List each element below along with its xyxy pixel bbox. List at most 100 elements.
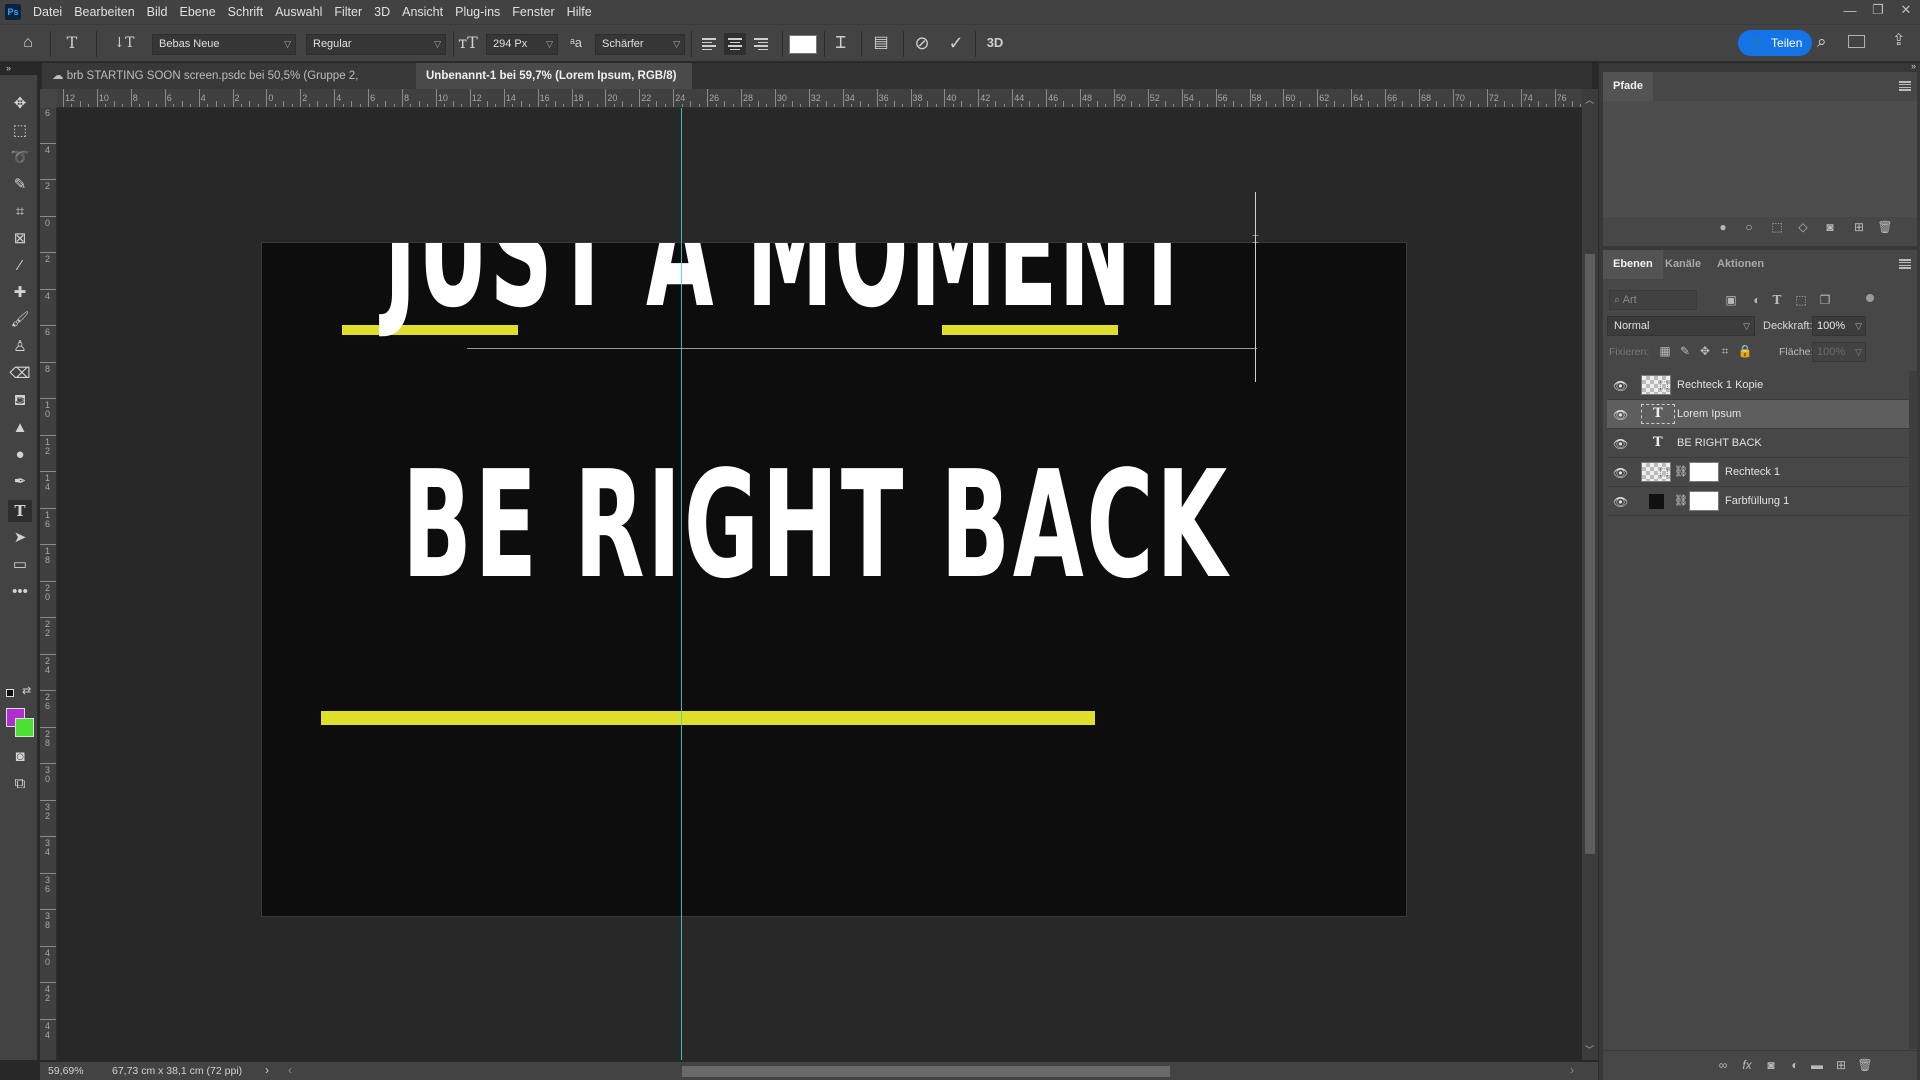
scroll-left-icon[interactable]: ‹ — [288, 1063, 292, 1077]
menu-fenster[interactable]: Fenster — [506, 0, 560, 24]
filter-smart-object-icon[interactable]: ❐ — [1817, 293, 1833, 307]
menu-plugins[interactable]: Plug-ins — [449, 0, 506, 24]
3d-icon[interactable]: 3D — [982, 33, 1008, 53]
tab-aktionen[interactable]: Aktionen — [1707, 250, 1774, 279]
tab-ebenen[interactable]: Ebenen — [1603, 250, 1663, 279]
share-button[interactable]: 👤 Teilen — [1738, 30, 1812, 56]
horizontal-scroll-thumb[interactable] — [682, 1066, 1170, 1077]
minimize-button[interactable]: — — [1836, 0, 1864, 20]
vertical-ruler[interactable]: 6 4 2 0 2 4 6 8 10 12 14 16 18 20 22 24 26 28 30 32 34 36 38 40… — [40, 108, 57, 1060]
rectangle-tool-icon[interactable]: ▭ — [8, 554, 32, 576]
canvas-workspace[interactable]: JUST A MOMENT BE RIGHT BACK ⌶ — [57, 108, 1582, 1060]
headline-be-right-back[interactable]: BE RIGHT BACK — [402, 451, 1230, 599]
text-tool-preset-icon[interactable]: T — [60, 33, 84, 53]
lock-artboard-icon[interactable]: ⌗ — [1717, 344, 1733, 359]
collapse-panels-icon[interactable]: » — [1911, 61, 1916, 71]
healing-brush-tool-icon[interactable]: ✚ — [8, 282, 32, 304]
menu-schrift[interactable]: Schrift — [222, 0, 269, 24]
link-icon[interactable]: ⛓ — [1674, 494, 1688, 507]
search-icon[interactable]: ⌕ — [1817, 32, 1827, 52]
blur-tool-icon[interactable]: ▲ — [8, 417, 32, 439]
layer-row[interactable]: 👁 ⬚ Rechteck 1 Kopie — [1607, 371, 1909, 400]
scroll-right-icon[interactable]: › — [1570, 1063, 1574, 1077]
tab-brb-starting-soon[interactable]: ☁ brb STARTING SOON screen.psdc bei 50,5… — [42, 63, 416, 108]
font-size-select[interactable]: 294 Px ▽ — [486, 34, 558, 55]
paint-bucket-tool-icon[interactable]: ⛾ — [8, 390, 32, 412]
lasso-tool-icon[interactable]: ➰ — [8, 147, 32, 169]
eyedropper-tool-icon[interactable]: ⁄ — [8, 255, 32, 277]
background-color-swatch[interactable] — [15, 718, 34, 737]
fill-path-icon[interactable]: ● — [1715, 220, 1731, 234]
visibility-eye-icon[interactable]: 👁 — [1613, 408, 1628, 422]
new-path-icon[interactable]: ⊞ — [1851, 220, 1867, 234]
new-group-icon[interactable]: ▬ — [1809, 1058, 1825, 1072]
opacity-input[interactable]: 100% ▽ — [1812, 316, 1866, 336]
align-center-button[interactable] — [724, 33, 746, 55]
quick-selection-tool-icon[interactable]: ✎ — [8, 174, 32, 196]
layer-filter-input[interactable]: ⌕ Art — [1609, 290, 1697, 310]
blend-mode-select[interactable]: Normal ▽ — [1607, 316, 1755, 336]
vertical-guide[interactable] — [681, 108, 682, 1060]
swap-colors-icon[interactable]: ⇄ — [22, 684, 31, 697]
align-right-button[interactable] — [750, 33, 772, 55]
default-colors-icon[interactable] — [6, 689, 14, 697]
fill-input[interactable]: 100% ▽ — [1812, 342, 1866, 362]
path-selection-tool-icon[interactable]: ➤ — [8, 527, 32, 549]
brush-tool-icon[interactable]: 🖌 — [8, 309, 32, 331]
filter-type-icon[interactable]: T — [1769, 293, 1785, 307]
text-orientation-icon[interactable]: ↓T — [112, 33, 136, 53]
pen-tool-icon[interactable]: ✒ — [8, 471, 32, 493]
lock-image-pixels-icon[interactable]: ✎ — [1677, 344, 1693, 358]
close-window-button[interactable]: ✕ — [1892, 0, 1920, 20]
panel-menu-icon[interactable] — [1899, 259, 1911, 269]
character-panel-icon[interactable]: ▤ — [870, 33, 892, 53]
crop-tool-icon[interactable]: ⌗ — [8, 201, 32, 223]
menu-bearbeiten[interactable]: Bearbeiten — [68, 0, 140, 24]
more-tools-icon[interactable]: ••• — [8, 581, 32, 603]
cancel-icon[interactable]: ⊘ — [910, 33, 934, 53]
vertical-scrollbar[interactable]: ︿ ﹀ — [1582, 89, 1598, 1060]
add-mask-icon[interactable]: ◙ — [1822, 220, 1838, 234]
workspace-layout-icon[interactable] — [1848, 35, 1865, 48]
quick-mask-icon[interactable]: ◙ — [8, 746, 32, 768]
restore-button[interactable]: ❐ — [1864, 0, 1892, 20]
status-menu-arrow-icon[interactable]: › — [265, 1063, 269, 1077]
visibility-eye-icon[interactable]: 👁 — [1613, 437, 1628, 451]
ruler-origin[interactable] — [40, 89, 57, 108]
filter-shape-icon[interactable]: ⬚ — [1793, 293, 1809, 307]
lock-all-icon[interactable]: 🔒 — [1737, 344, 1753, 358]
make-work-path-icon[interactable]: ◇ — [1795, 220, 1811, 234]
layer-mask-thumbnail[interactable] — [1689, 462, 1719, 482]
warp-text-icon[interactable]: Ꮖ — [830, 33, 852, 53]
menu-ebene[interactable]: Ebene — [174, 0, 222, 24]
antialias-select[interactable]: Schärfer ▽ — [595, 34, 685, 55]
text-color-swatch[interactable] — [789, 35, 817, 54]
lock-transparent-pixels-icon[interactable]: ▦ — [1657, 344, 1673, 358]
font-family-select[interactable]: Bebas Neue ▽ — [152, 34, 296, 55]
layer-row[interactable]: 👁 T Lorem Ipsum — [1607, 400, 1909, 429]
filter-pixel-icon[interactable]: ▣ — [1723, 293, 1739, 307]
tab-unbenannt-1[interactable]: Unbenannt-1 bei 59,7% (Lorem Ipsum, RGB/… — [416, 63, 692, 108]
layers-scrollbar[interactable] — [1909, 371, 1917, 1049]
link-icon[interactable]: ⛓ — [1674, 465, 1688, 478]
menu-ansicht[interactable]: Ansicht — [396, 0, 449, 24]
filter-adjustment-icon[interactable]: ◐ — [1749, 293, 1765, 307]
load-path-as-selection-icon[interactable]: ⬚ — [1769, 220, 1785, 234]
menu-bild[interactable]: Bild — [141, 0, 174, 24]
home-icon[interactable]: ⌂ — [16, 33, 40, 53]
scroll-down-icon[interactable]: ﹀ — [1585, 1043, 1594, 1056]
font-style-select[interactable]: Regular ▽ — [306, 34, 446, 55]
menu-auswahl[interactable]: Auswahl — [269, 0, 328, 24]
marquee-tool-icon[interactable]: ⬚ — [8, 120, 32, 142]
lock-position-icon[interactable]: ✥ — [1697, 344, 1713, 358]
document-canvas[interactable]: JUST A MOMENT BE RIGHT BACK — [261, 242, 1407, 917]
tab-kanaele[interactable]: Kanäle — [1655, 250, 1711, 279]
move-tool-icon[interactable]: ✥ — [8, 93, 32, 115]
menu-datei[interactable]: Datei — [27, 0, 68, 24]
link-layers-icon[interactable]: ∞ — [1715, 1058, 1731, 1072]
frame-tool-icon[interactable]: ⊠ — [8, 228, 32, 250]
add-layer-mask-icon[interactable]: ◙ — [1763, 1058, 1779, 1072]
dodge-tool-icon[interactable]: ● — [8, 444, 32, 466]
stamp-tool-icon[interactable]: ♙ — [8, 336, 32, 358]
commit-checkmark-icon[interactable]: ✓ — [944, 33, 968, 53]
